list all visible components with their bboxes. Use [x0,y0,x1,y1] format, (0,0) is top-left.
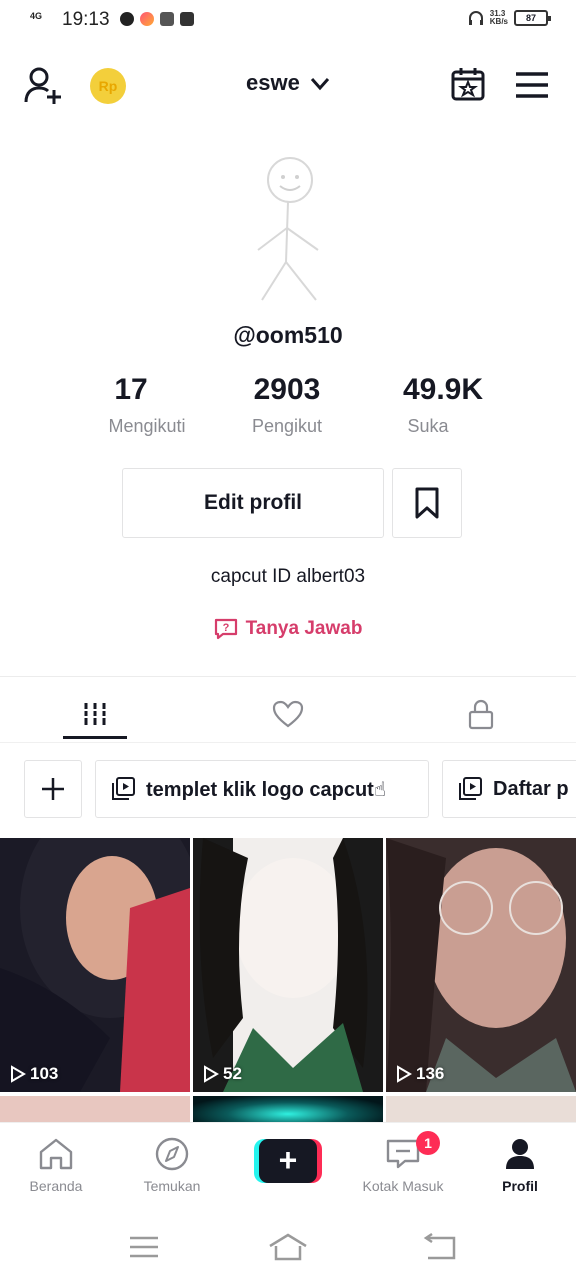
favorites-button[interactable] [392,468,462,538]
network-indicator: 4G [30,11,43,21]
home-icon [39,1138,73,1170]
status-time: 19:13 [62,9,110,30]
record-icon [120,12,134,26]
recents-icon[interactable] [124,1232,164,1262]
header-username: eswe [246,70,300,95]
profile-handle: @oom510 [233,322,343,348]
add-playlist-button[interactable] [24,760,82,818]
thumbnail-image [193,838,383,1092]
play-icon [11,1065,26,1083]
view-count-value: 136 [416,1064,445,1083]
view-count-value: 52 [223,1064,242,1083]
stat-label: Suka [407,416,449,436]
nav-label: Temukan [143,1178,201,1194]
tab-liked[interactable] [240,686,336,742]
headphones-icon [468,11,483,25]
stat-value: 2903 [253,373,321,406]
video-thumbnail[interactable] [0,1096,190,1122]
playlist-label: templet klik logo capcut☝ [146,778,386,801]
battery-icon: 87 [514,10,551,26]
profile-header: Rp eswe [0,58,576,114]
video-thumbnail[interactable] [386,1096,576,1122]
view-count: 103 [10,1064,58,1084]
playlist-chip[interactable]: Daftar p [442,760,576,818]
section-divider [0,676,576,677]
qa-link[interactable]: ? Tanya Jawab [0,618,576,640]
bottom-nav: Beranda Temukan + Kotak Masuk Profil [0,1122,576,1208]
account-switcher[interactable]: eswe [0,70,576,96]
tabs-border [0,742,576,743]
nav-profile[interactable]: Profil [470,1137,570,1194]
stat-label: Mengikuti [108,416,186,436]
plus-icon: + [259,1139,317,1183]
nav-label: Kotak Masuk [362,1178,444,1194]
stat-value: 17 [114,373,148,406]
video-grid: 103 52 136 [0,838,576,1122]
edit-profile-button[interactable]: Edit profil [122,468,384,538]
playlist-chip[interactable]: templet klik logo capcut☝ [95,760,429,818]
nav-label: Profil [502,1178,538,1194]
heart-app-icon [140,12,154,26]
view-count: 52 [203,1064,242,1084]
active-tab-indicator [63,736,127,739]
profile-icon [506,1139,534,1169]
grid-icon [83,703,107,725]
calendar-star-icon[interactable] [450,66,486,102]
playlists-row: templet klik logo capcut☝ Daftar p [0,760,576,818]
thumbnail-image [0,838,190,1092]
back-icon[interactable] [420,1232,460,1262]
view-count-value: 103 [30,1064,59,1083]
nav-label: Beranda [29,1178,83,1194]
stat-following[interactable]: 17 Mengikuti [72,372,222,437]
heart-icon [272,700,304,728]
home-button-icon[interactable] [268,1232,308,1262]
compass-icon [155,1137,189,1171]
video-thumbnail[interactable]: 136 [386,838,576,1092]
status-bar: 4G 19:13 31.3 KB/s 87 [0,0,576,40]
tab-videos[interactable] [47,686,143,742]
network-speed: 31.3 KB/s [489,9,508,26]
playlist-icon [112,777,135,800]
play-icon [204,1065,219,1083]
create-button[interactable]: + [254,1139,322,1183]
system-nav [0,1208,576,1280]
chevron-down-icon [310,78,330,91]
playlist-label: Daftar p [493,777,569,800]
game-icon [160,12,174,26]
qa-link-label: Tanya Jawab [245,618,363,639]
video-thumbnail[interactable] [193,1096,383,1122]
question-bubble-icon: ? [214,618,237,640]
video-thumbnail[interactable]: 52 [193,838,383,1092]
thumbnail-image [386,838,576,1092]
stat-value: 49.9K [402,373,484,406]
lock-icon [468,699,494,730]
avatar[interactable] [240,150,336,310]
playlist-icon [459,777,482,800]
nav-home[interactable]: Beranda [6,1137,106,1194]
status-right: 31.3 KB/s 87 [468,9,551,26]
view-count: 136 [396,1064,444,1084]
profile-bio: capcut ID albert03 [210,566,366,587]
inbox-badge: 1 [416,1131,440,1155]
nav-discover[interactable]: Temukan [122,1137,222,1194]
play-icon [397,1065,412,1083]
bookmark-icon [415,487,439,519]
plus-icon [42,778,64,800]
tiktok-icon [180,12,194,26]
menu-icon[interactable] [514,70,550,100]
stat-likes[interactable]: 49.9K Suka [368,372,518,437]
notification-icons [120,12,194,26]
profile-stats: 17 Mengikuti 2903 Pengikut 49.9K Suka [0,372,576,442]
video-thumbnail[interactable]: 103 [0,838,190,1092]
tab-private[interactable] [433,686,529,742]
svg-text:?: ? [222,622,229,634]
